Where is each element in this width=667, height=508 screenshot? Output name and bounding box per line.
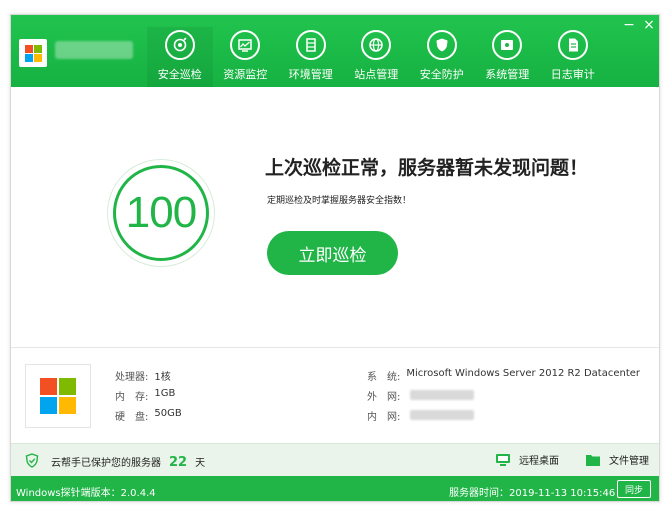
monitor-chart-icon <box>230 30 261 60</box>
shield-icon <box>426 30 457 60</box>
os-row: 系 统: Microsoft Windows Server 2012 R2 Da… <box>367 368 640 383</box>
server-info-panel: 处理器: 1核 内 存: 1GB 硬 盘: 50GB 系 统: Microsof… <box>11 347 659 443</box>
status-title: 上次巡检正常，服务器暂未发现问题！ <box>265 157 589 179</box>
cpu-value: 1核 <box>154 372 171 383</box>
nav-label: 系统管理 <box>485 68 530 81</box>
document-icon <box>557 30 588 60</box>
close-button[interactable]: × <box>641 17 657 33</box>
protection-status: 云帮手已保护您的服务器 22 天 <box>51 454 205 470</box>
remote-desktop-icon <box>496 453 510 466</box>
nav-label: 环境管理 <box>288 68 333 81</box>
memory-row: 内 存: 1GB <box>115 388 175 403</box>
disk-value: 50GB <box>154 408 182 419</box>
os-label: 系 统: <box>367 372 401 383</box>
app-logo <box>19 39 47 67</box>
nav-security-inspection[interactable]: 安全巡检 <box>147 27 213 87</box>
nav-resource-monitor[interactable]: 资源监控 <box>213 27 279 87</box>
nav-system-management[interactable]: 系统管理 <box>475 27 541 87</box>
score-ring: 100 <box>107 159 215 267</box>
security-score: 100 <box>125 188 197 237</box>
protection-prefix: 云帮手已保护您的服务器 <box>51 458 161 469</box>
target-icon <box>164 30 195 60</box>
nav-label: 站点管理 <box>354 68 399 81</box>
cpu-row: 处理器: 1核 <box>115 368 171 383</box>
disk-row: 硬 盘: 50GB <box>115 408 182 423</box>
memory-label: 内 存: <box>115 392 149 403</box>
sync-button[interactable]: 同步 <box>617 480 651 498</box>
status-subtitle: 定期巡检及时掌握服务器安全指数！ <box>267 196 412 206</box>
redacted-external-ip <box>410 390 475 400</box>
header-bar: 安全巡检 资源监控 环境管理 站点管理 安全防护 系统管理 日志审计 − × <box>11 15 659 87</box>
nav-label: 安全防护 <box>419 68 464 81</box>
nav-site-management[interactable]: 站点管理 <box>344 27 410 87</box>
remote-desktop-label: 远程桌面 <box>519 456 559 467</box>
score-circle: 100 <box>113 165 209 261</box>
app-window: 安全巡检 资源监控 环境管理 站点管理 安全防护 系统管理 日志审计 − × 1… <box>10 14 660 502</box>
os-value: Microsoft Windows Server 2012 R2 Datacen… <box>406 368 641 379</box>
remote-desktop-button[interactable]: 远程桌面 <box>495 452 559 467</box>
nav-environment[interactable]: 环境管理 <box>278 27 344 87</box>
nav-label: 安全巡检 <box>157 68 202 81</box>
internal-ip-label: 内 网: <box>367 412 401 423</box>
protection-suffix: 天 <box>195 458 206 469</box>
os-logo <box>25 364 91 428</box>
server-time: 服务器时间：2019-11-13 10:15:46 <box>449 488 616 499</box>
redacted-server-name <box>55 41 133 59</box>
protection-bar: 云帮手已保护您的服务器 22 天 远程桌面 文件管理 <box>11 443 659 476</box>
main-nav: 安全巡检 资源监控 环境管理 站点管理 安全防护 系统管理 日志审计 <box>147 27 606 87</box>
disk-label: 硬 盘: <box>115 412 149 423</box>
windows-logo-icon <box>40 378 76 414</box>
client-version: Windows探针端版本：2.0.4.4 <box>16 488 156 499</box>
memory-value: 1GB <box>154 388 176 399</box>
scan-now-button[interactable]: 立即巡检 <box>267 231 398 275</box>
protected-days: 22 <box>169 455 188 470</box>
globe-icon <box>361 30 392 60</box>
redacted-internal-ip <box>410 410 475 420</box>
file-manager-label: 文件管理 <box>609 456 649 467</box>
shield-check-icon <box>25 453 39 468</box>
internal-ip-row: 内 网: <box>367 408 475 423</box>
server-stack-icon <box>295 30 326 60</box>
external-ip-row: 外 网: <box>367 388 475 403</box>
cpu-label: 处理器: <box>115 372 149 383</box>
system-window-icon <box>492 30 523 60</box>
nav-log-audit[interactable]: 日志审计 <box>540 27 606 87</box>
external-ip-label: 外 网: <box>367 392 401 403</box>
folder-icon <box>586 454 600 466</box>
nav-label: 资源监控 <box>223 68 268 81</box>
windows-logo-icon <box>24 44 42 62</box>
minimize-button[interactable]: − <box>621 17 637 33</box>
nav-label: 日志审计 <box>550 68 595 81</box>
status-footer: Windows探针端版本：2.0.4.4 服务器时间：2019-11-13 10… <box>11 476 659 501</box>
file-manager-button[interactable]: 文件管理 <box>585 452 649 467</box>
nav-security-protection[interactable]: 安全防护 <box>409 27 475 87</box>
